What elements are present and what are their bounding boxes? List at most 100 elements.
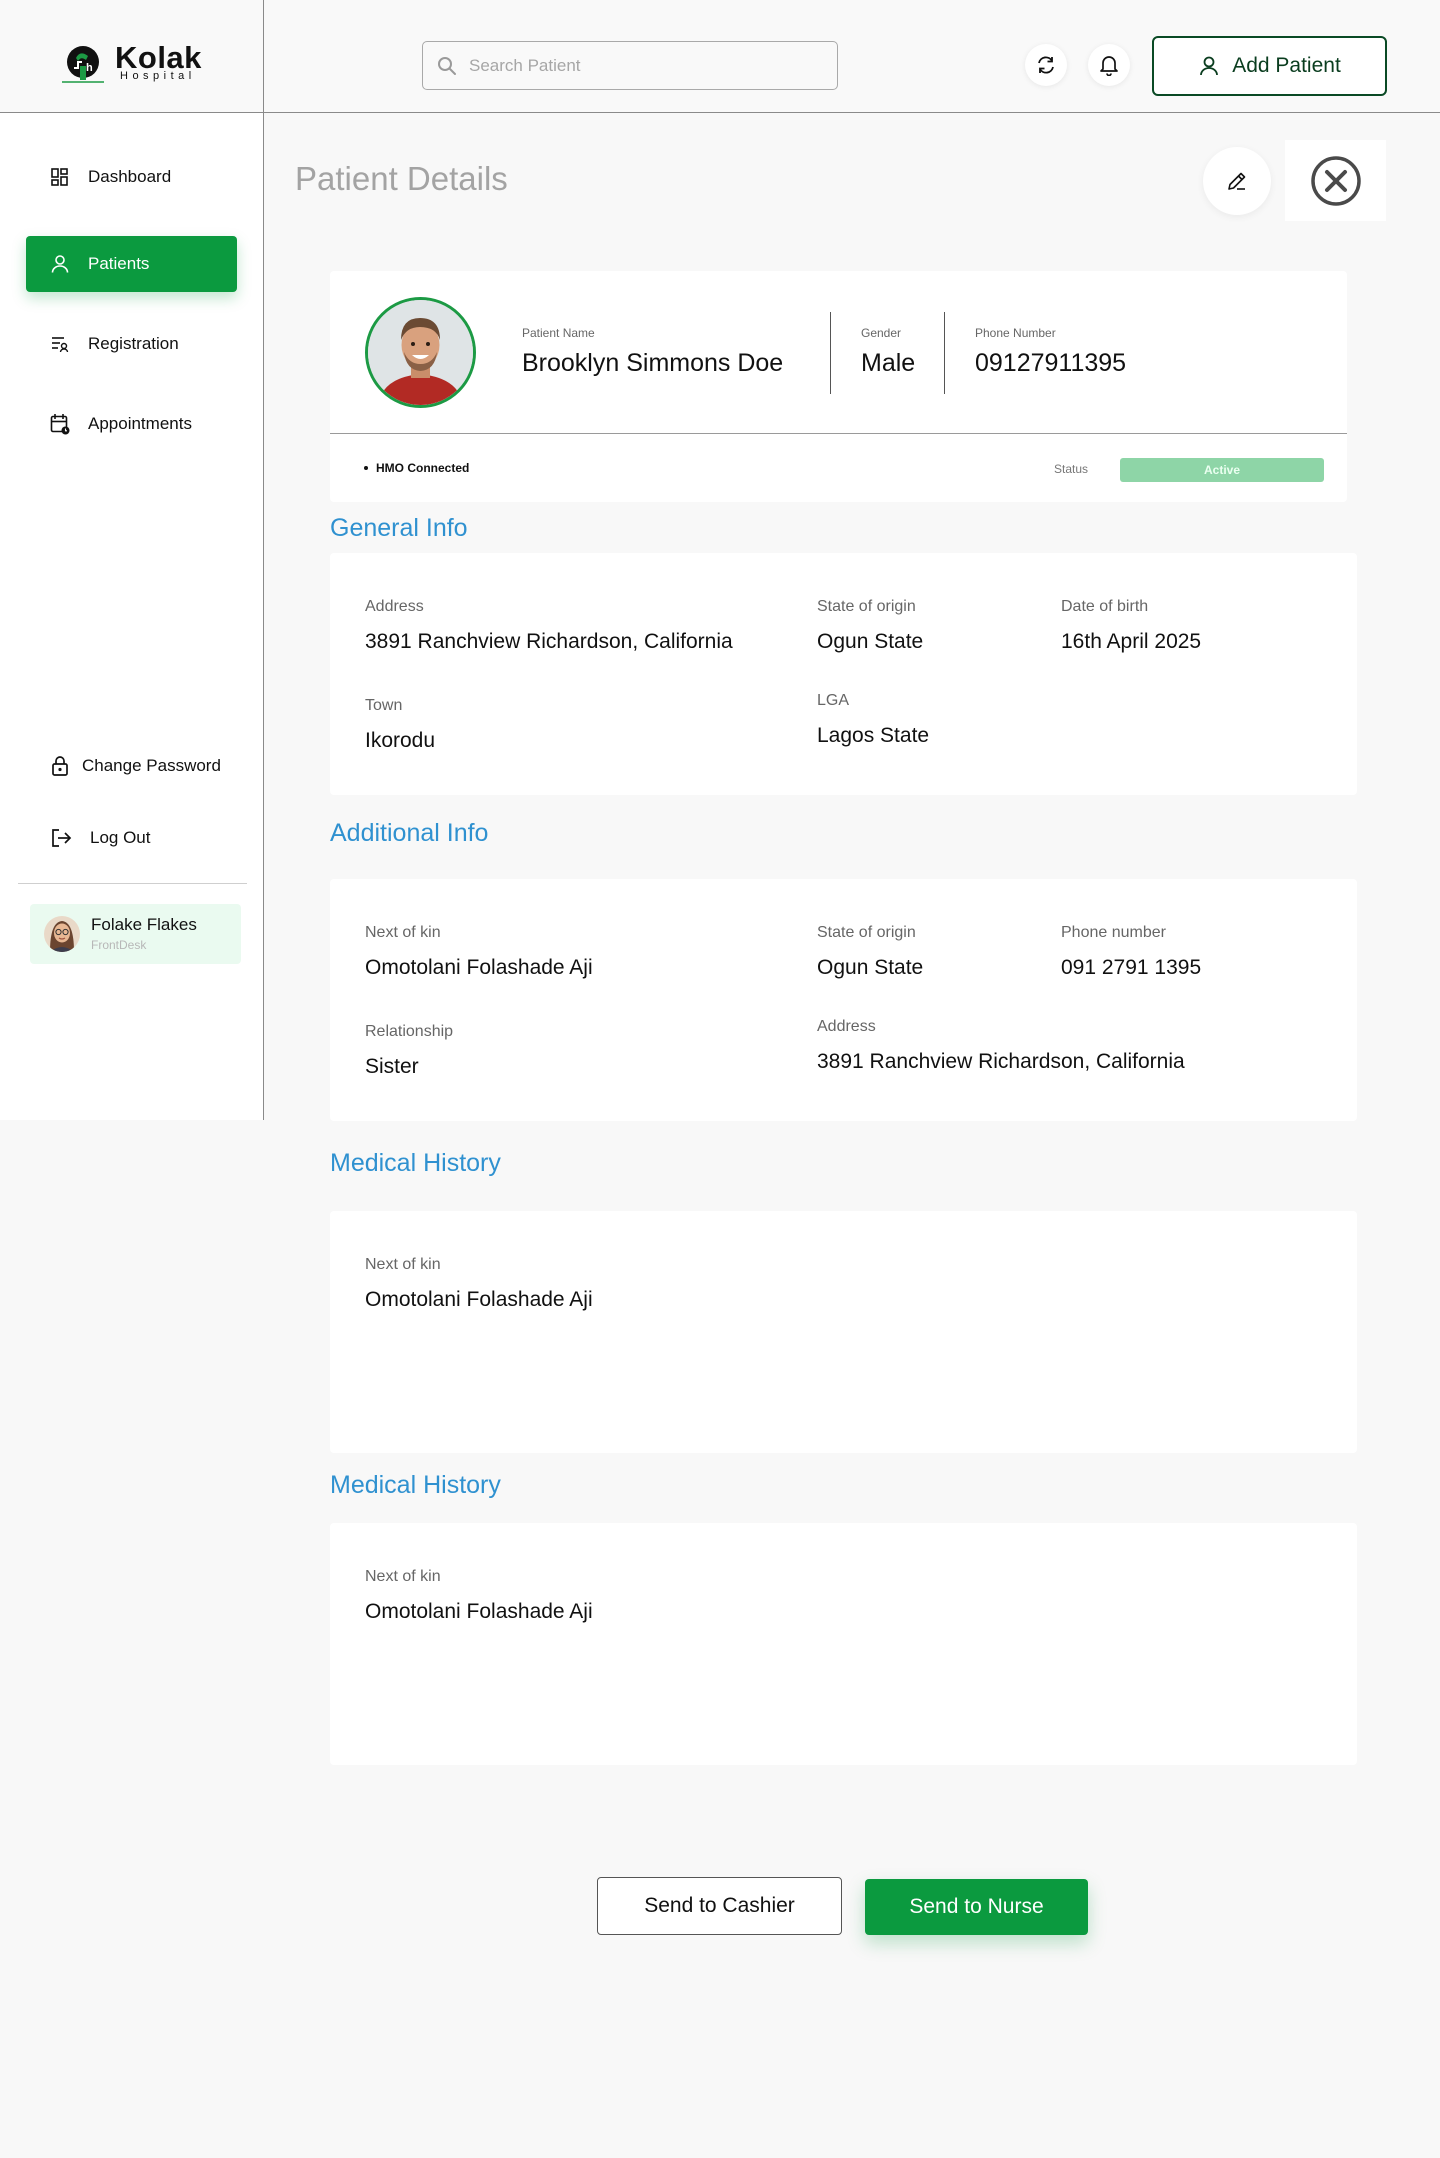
medical-history-card: Next of kin Omotolani Folashade Aji [330,1211,1357,1453]
add-patient-label: Add Patient [1232,54,1341,77]
page-title: Patient Details [295,160,508,197]
sidebar-item-label: Appointments [88,414,192,433]
search-input[interactable] [469,51,819,81]
patient-phone: 09127911395 [975,349,1127,377]
mh-kin-label: Next of kin [365,1256,441,1273]
top-header: h Kolak Hospital Add Patient [0,0,1440,113]
lga-label: LGA [817,692,850,709]
phone-label: Phone Number [975,326,1056,340]
user-icon [1200,56,1219,76]
calendar-icon [50,414,70,435]
sidebar-divider [18,883,247,884]
state-label: State of origin [817,598,916,615]
sidebar-item-change-password[interactable]: Change Password [26,738,237,794]
notifications-button[interactable] [1088,44,1130,86]
logo-mark-icon: h [62,46,104,83]
kolak-logo[interactable]: h Kolak Hospital [60,38,210,88]
header-divider [263,0,264,113]
state-of-origin-field: State of origin Ogun State [817,598,923,654]
registration-icon [52,337,69,353]
kin-address-label: Address [817,1018,876,1035]
next-of-kin-field: Next of kin Omotolani Folashade Aji [365,924,593,980]
close-icon [1310,155,1361,206]
bullet-icon [364,466,368,470]
kin-value: Omotolani Folashade Aji [365,956,593,979]
patient-gender: Male [861,349,916,377]
lock-icon [52,756,68,776]
kin-phone-value: 091 2791 1395 [1061,956,1202,979]
dob-value: 16th April 2025 [1061,630,1202,653]
dob-label: Date of birth [1061,598,1149,615]
relationship-value: Sister [365,1055,419,1078]
search-box[interactable] [422,41,838,90]
patient-name: Brooklyn Simmons Doe [522,349,784,377]
town-label: Town [365,697,403,714]
user-icon [51,255,69,273]
hmo-indicator: HMO Connected [364,461,469,475]
medical-history-title: Medical History [330,1149,501,1177]
search-icon [438,57,456,75]
kin-state-of-origin-field: State of origin Ogun State [817,924,923,980]
sidebar-item-registration[interactable]: Registration [26,316,237,372]
current-user-card[interactable]: Folake Flakes FrontDesk [30,904,241,964]
patient-name-field: Patient Name Brooklyn Simmons Doe [522,326,783,378]
date-of-birth-field: Date of birth 16th April 2025 [1061,598,1201,654]
relationship-label: Relationship [365,1023,454,1040]
town-value: Ikorodu [365,729,436,752]
dashboard-icon [51,168,68,186]
refresh-button[interactable] [1025,44,1067,86]
general-info-card: Address 3891 Ranchview Richardson, Calif… [330,553,1357,795]
gender-label: Gender [861,326,902,340]
kin-address-value: 3891 Ranchview Richardson, California [817,1050,1185,1073]
card-divider [330,433,1347,434]
patient-name-label: Patient Name [522,326,595,340]
send-to-cashier-button[interactable]: Send to Cashier [597,1877,842,1935]
sidebar-item-logout[interactable]: Log Out [26,810,237,866]
hmo-label: HMO Connected [376,461,470,475]
address-field: Address 3891 Ranchview Richardson, Calif… [365,598,733,654]
medical-history-field: Next of kin Omotolani Folashade Aji [365,1256,593,1312]
kin-phone-field: Phone number 091 2791 1395 [1061,924,1201,980]
lga-value: Lagos State [817,724,930,747]
lga-field: LGA Lagos State [817,692,929,748]
patient-avatar [365,297,476,408]
kin-phone-label: Phone number [1061,924,1166,941]
sidebar-item-patients[interactable]: Patients [26,236,237,292]
sidebar-item-label: Change Password [82,756,221,775]
brand-subtitle: Hospital [120,70,196,82]
mh-kin-label: Next of kin [365,1568,441,1585]
field-divider [944,312,945,394]
kin-label: Next of kin [365,924,441,941]
send-to-nurse-button[interactable]: Send to Nurse [865,1879,1088,1935]
patient-phone-field: Phone Number 09127911395 [975,326,1126,378]
field-divider [830,312,831,394]
kin-state-value: Ogun State [817,956,924,979]
sidebar-item-label: Patients [88,254,150,273]
address-label: Address [365,598,424,615]
general-info-title: General Info [330,514,468,542]
sidebar-item-appointments[interactable]: Appointments [26,396,237,452]
status-label: Status [1054,462,1089,476]
additional-info-card: Next of kin Omotolani Folashade Aji Stat… [330,879,1357,1121]
sidebar-item-label: Log Out [90,828,151,847]
avatar [44,916,80,952]
edit-button[interactable] [1203,147,1271,215]
user-name: Folake Flakes [91,915,197,934]
patient-summary-card: Patient Name Brooklyn Simmons Doe Gender… [330,271,1347,502]
medical-history-field: Next of kin Omotolani Folashade Aji [365,1568,593,1624]
logout-icon [52,829,72,847]
relationship-field: Relationship Sister [365,1023,453,1079]
sidebar-item-dashboard[interactable]: Dashboard [26,149,237,205]
town-field: Town Ikorodu [365,697,435,753]
sidebar-item-label: Registration [88,334,179,353]
sidebar-item-label: Dashboard [88,167,172,186]
add-patient-button[interactable]: Add Patient [1152,36,1387,96]
refresh-icon [1038,56,1054,74]
mh-kin-value: Omotolani Folashade Aji [365,1288,593,1311]
close-button[interactable] [1285,140,1386,221]
status-badge: Active [1120,458,1324,482]
kin-address-field: Address 3891 Ranchview Richardson, Calif… [817,1018,1185,1074]
medical-history-card: Next of kin Omotolani Folashade Aji [330,1523,1357,1765]
medical-history-title: Medical History [330,1471,501,1499]
additional-info-title: Additional Info [330,819,489,847]
